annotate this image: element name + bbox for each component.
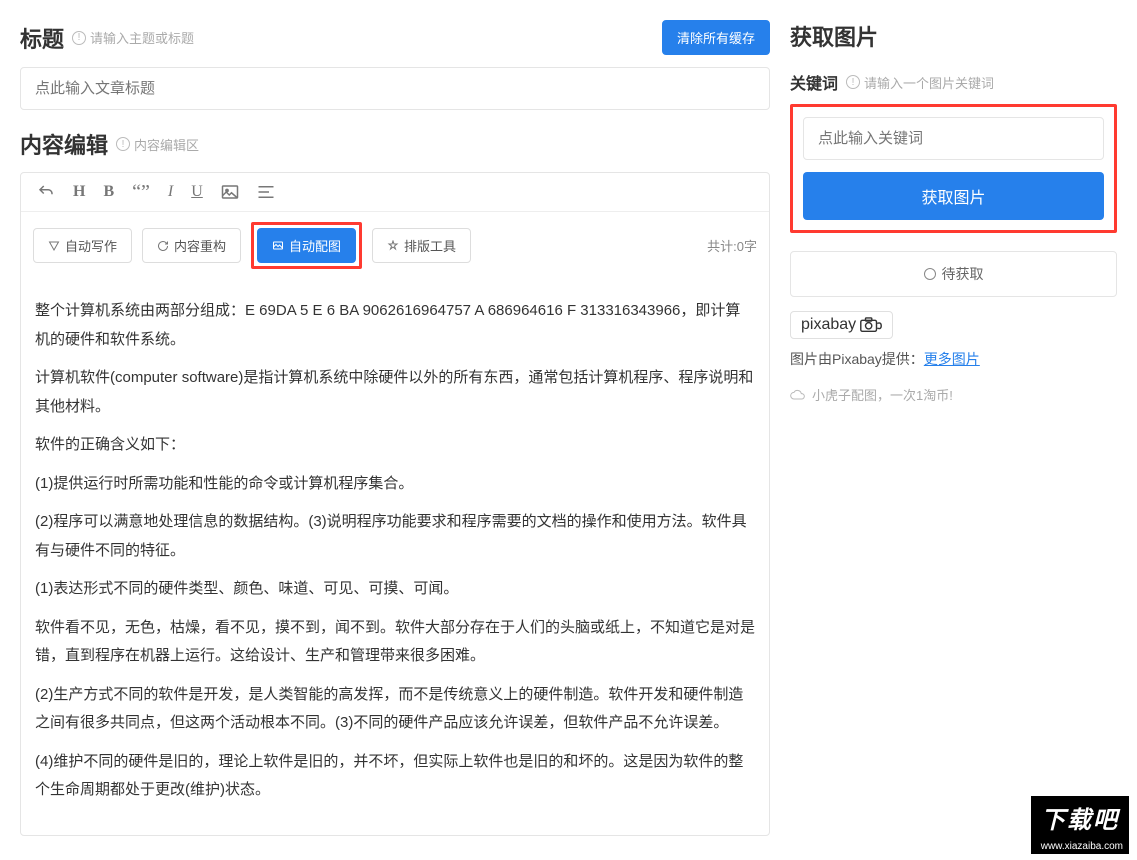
italic-icon[interactable]: I [168, 183, 173, 201]
info-icon: ! [846, 75, 860, 89]
restructure-button[interactable]: 内容重构 [142, 228, 241, 263]
content-paragraph: 计算机软件(computer software)是指计算机系统中除硬件以外的所有… [35, 364, 755, 421]
content-paragraph: (2)程序可以满意地处理信息的数据结构。(3)说明程序功能要求和程序需要的文档的… [35, 508, 755, 565]
keyword-highlight-box: 获取图片 [790, 104, 1117, 233]
bold-icon[interactable]: B [103, 183, 114, 201]
editor-content[interactable]: 整个计算机系统由两部分组成：E 69DA 5 E 6 BA 9062616964… [21, 279, 769, 835]
get-image-button[interactable]: 获取图片 [803, 172, 1104, 220]
underline-icon[interactable]: U [191, 183, 203, 201]
content-paragraph: (2)生产方式不同的软件是开发，是人类智能的高发挥，而不是传统意义上的硬件制造。… [35, 681, 755, 738]
info-icon: ! [116, 137, 130, 151]
more-images-link[interactable]: 更多图片 [924, 351, 980, 367]
title-section-header: 标题 ! 请输入主题或标题 清除所有缓存 [20, 20, 770, 55]
pixabay-badge: pixabay [790, 311, 893, 339]
content-edit-label: 内容编辑 ! 内容编辑区 [20, 128, 770, 160]
editor-box: H B “” I U 自动写作 内容重构 [20, 172, 770, 836]
keyword-input[interactable] [803, 117, 1104, 160]
format-toolbar: H B “” I U [21, 173, 769, 212]
auto-write-button[interactable]: 自动写作 [33, 228, 132, 263]
content-paragraph: 整个计算机系统由两部分组成：E 69DA 5 E 6 BA 9062616964… [35, 297, 755, 354]
auto-image-button[interactable]: 自动配图 [257, 228, 356, 263]
auto-image-highlight: 自动配图 [251, 222, 362, 269]
image-credit: 图片由Pixabay提供：更多图片 [790, 349, 1117, 369]
get-image-title: 获取图片 [790, 20, 1117, 52]
align-icon[interactable] [257, 185, 275, 199]
layout-tool-button[interactable]: 排版工具 [372, 228, 471, 263]
clear-cache-button[interactable]: 清除所有缓存 [662, 20, 770, 55]
content-paragraph: (4)维护不同的硬件是旧的，理论上软件是旧的，并不坏，但实际上软件也是旧的和坏的… [35, 748, 755, 805]
cloud-icon [790, 389, 806, 401]
undo-icon[interactable] [37, 183, 55, 201]
article-title-input[interactable] [20, 67, 770, 110]
quote-icon[interactable]: “” [132, 185, 150, 199]
info-icon: ! [72, 31, 86, 45]
word-count: 共计:0字 [707, 236, 757, 255]
footnote: 小虎子配图，一次1淘币! [790, 385, 1117, 404]
title-label: 标题 ! 请输入主题或标题 [20, 22, 194, 54]
heading-icon[interactable]: H [73, 183, 85, 201]
content-paragraph: 软件看不见，无色，枯燥，看不见，摸不到，闻不到。软件大部分存在于人们的头脑或纸上… [35, 614, 755, 671]
image-icon[interactable] [221, 184, 239, 200]
circle-icon [924, 268, 936, 280]
camera-icon [860, 317, 882, 333]
watermark: 下载吧 www.xiazaiba.com [1031, 796, 1129, 854]
content-paragraph: 软件的正确含义如下： [35, 431, 755, 460]
content-paragraph: (1)表达形式不同的硬件类型、颜色、味道、可见、可摸、可闻。 [35, 575, 755, 604]
content-paragraph: (1)提供运行时所需功能和性能的命令或计算机程序集合。 [35, 470, 755, 499]
keyword-label: 关键词 ! 请输入一个图片关键词 [790, 70, 1117, 94]
pending-status: 待获取 [790, 251, 1117, 297]
action-toolbar: 自动写作 内容重构 自动配图 排版工具 共计:0字 [21, 212, 769, 279]
